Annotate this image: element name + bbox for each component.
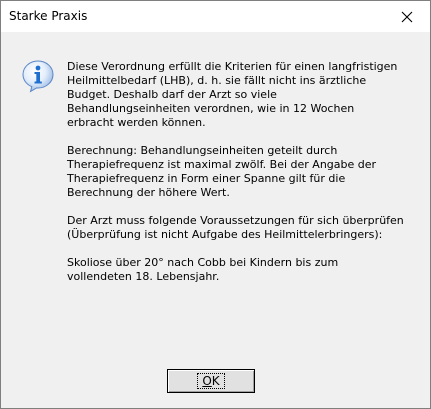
title-bar[interactable]: Starke Praxis — [1, 1, 430, 32]
button-bar: OK — [1, 358, 430, 408]
close-button[interactable] — [384, 1, 430, 32]
message-paragraph: Diese Verordnung erfüllt die Kriterien f… — [67, 60, 398, 129]
information-icon — [22, 60, 54, 93]
ok-button[interactable]: OK — [167, 369, 255, 393]
close-icon — [401, 11, 413, 22]
message-paragraph: Der Arzt muss folgende Voraussetzungen f… — [67, 214, 404, 241]
ok-accelerator: O — [202, 374, 212, 388]
dialog-body: Diese Verordnung erfüllt die Kriterien f… — [1, 32, 430, 358]
message-text: Diese Verordnung erfüllt die Kriterien f… — [67, 60, 419, 298]
message-dialog: Starke Praxis Diese Verordnung erfüllt d… — [0, 0, 431, 409]
message-paragraph: Skoliose über 20° nach Cobb bei Kindern … — [67, 256, 339, 283]
message-paragraph: Berechnung: Behandlungseinheiten geteilt… — [67, 144, 377, 199]
ok-label-rest: K — [211, 374, 220, 388]
window-title: Starke Praxis — [9, 9, 88, 23]
ok-button-label: OK — [197, 373, 225, 389]
